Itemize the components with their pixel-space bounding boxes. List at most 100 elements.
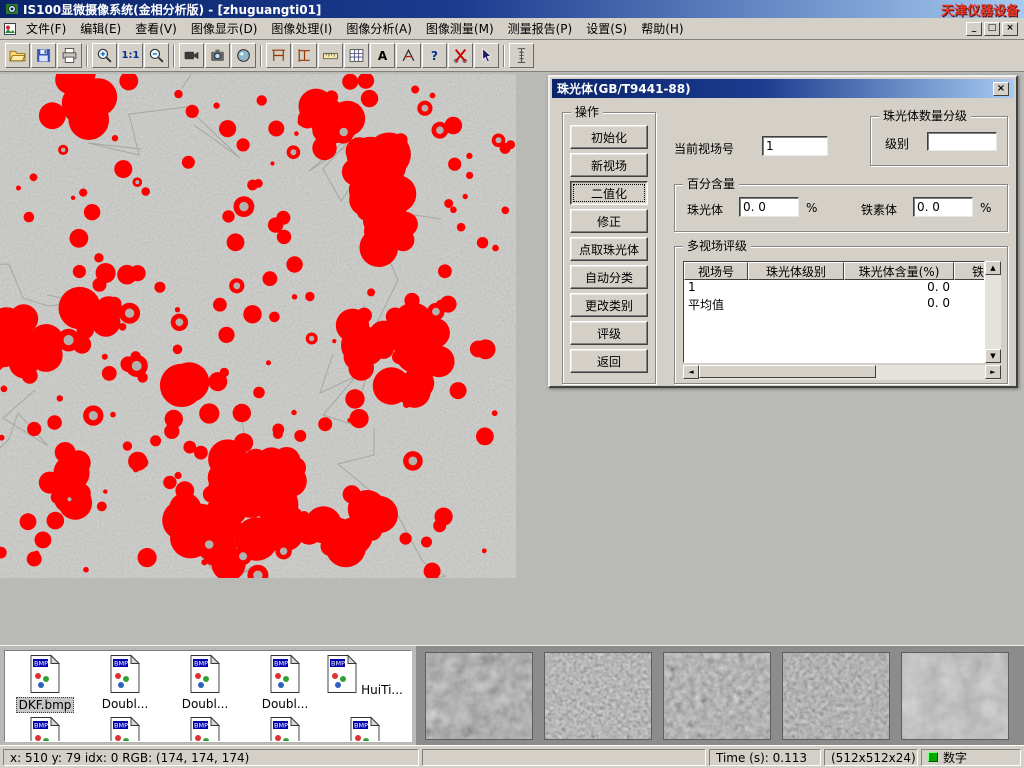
ruler-icon (513, 47, 530, 64)
menu-item[interactable]: 图像测量(M) (419, 17, 501, 40)
file-item[interactable]: BMPDKF.bmp (5, 651, 85, 713)
file-item[interactable]: BMPDoubl... (165, 651, 245, 713)
menu-item[interactable]: 设置(S) (579, 17, 634, 40)
table-cell (748, 296, 844, 312)
table-hscrollbar[interactable]: ◄ ► (683, 365, 1001, 380)
init-button[interactable]: 初始化 (570, 125, 648, 149)
rating-table[interactable]: 视场号珠光体级别珠光体含量(%)铁素 10. 0平均值0. 0 (683, 261, 985, 363)
menu-item[interactable]: 帮助(H) (634, 17, 690, 40)
file-item[interactable]: BMP (85, 713, 165, 742)
svg-text:BMP: BMP (354, 722, 368, 730)
video-button[interactable] (179, 43, 204, 68)
thumbnail[interactable] (425, 652, 533, 740)
print-icon (61, 47, 78, 64)
grade-input[interactable] (927, 132, 997, 151)
current-view-label: 当前视场号 (674, 140, 734, 157)
table-header-cell: 珠光体含量(%) (844, 262, 954, 280)
scale-button[interactable] (318, 43, 343, 68)
hscroll-track[interactable] (699, 365, 985, 380)
bmp-file-icon: BMP (325, 683, 359, 697)
menu-item[interactable]: 测量报告(P) (501, 17, 580, 40)
pick-pearlite-button[interactable]: 点取珠光体 (570, 237, 648, 261)
binarize-button[interactable]: 二值化 (570, 181, 648, 205)
vscroll-track[interactable] (985, 275, 1001, 349)
dialog-close-button[interactable]: × (993, 82, 1009, 96)
file-item[interactable]: BMPDoubl... (85, 651, 165, 713)
table-row[interactable]: 平均值0. 0 (684, 296, 985, 312)
svg-text:BMP: BMP (114, 660, 128, 668)
thumbnail[interactable] (782, 652, 890, 740)
file-browser: BMPDKF.bmpBMPDoubl...BMPDoubl...BMPDoubl… (4, 650, 412, 742)
scroll-right-button[interactable]: ► (985, 365, 1001, 379)
help-button[interactable]: ? (422, 43, 447, 68)
thumbnail[interactable] (901, 652, 1009, 740)
text-icon: A (378, 49, 387, 63)
lens-button[interactable] (231, 43, 256, 68)
menu-items: 文件(F)编辑(E)查看(V)图像显示(D)图像处理(I)图像分析(A)图像测量… (19, 17, 691, 40)
text-button[interactable]: A (370, 43, 395, 68)
caliper-v-icon (296, 47, 313, 64)
table-vscrollbar[interactable]: ▲ ▼ (985, 261, 1001, 363)
zoom-out-button[interactable] (144, 43, 169, 68)
auto-classify-button[interactable]: 自动分类 (570, 265, 648, 289)
print-button[interactable] (57, 43, 82, 68)
file-item[interactable]: BMP (245, 713, 325, 742)
caliper-v-button[interactable] (292, 43, 317, 68)
dialog-body: 操作 初始化新视场二值化修正点取珠光体自动分类更改类别评级返回 当前视场号 珠光… (550, 100, 1016, 388)
pearlite-dialog: 珠光体(GB/T9441-88) × 操作 初始化新视场二值化修正点取珠光体自动… (548, 75, 1018, 388)
table-cell: 平均值 (684, 296, 748, 312)
child-restore-button[interactable]: □ (984, 22, 1000, 36)
bottom-panel: BMPDKF.bmpBMPDoubl...BMPDoubl...BMPDoubl… (0, 645, 1024, 745)
app-icon (5, 2, 19, 16)
menu-item[interactable]: 图像处理(I) (264, 17, 339, 40)
scroll-left-button[interactable]: ◄ (683, 365, 699, 379)
svg-text:BMP: BMP (331, 660, 345, 668)
correct-button[interactable]: 修正 (570, 209, 648, 233)
child-close-button[interactable]: × (1002, 22, 1018, 36)
angle-button[interactable] (396, 43, 421, 68)
return-button[interactable]: 返回 (570, 349, 648, 373)
bmp-file-icon: BMP (108, 683, 142, 697)
rate-button[interactable]: 评级 (570, 321, 648, 345)
snapshot-button[interactable] (205, 43, 230, 68)
table-row[interactable]: 10. 0 (684, 280, 985, 296)
menu-item[interactable]: 图像显示(D) (184, 17, 265, 40)
toolbar-separator (503, 45, 505, 67)
file-item[interactable]: BMPHuiTi... (325, 651, 405, 713)
dialog-titlebar[interactable]: 珠光体(GB/T9441-88) × (552, 79, 1014, 98)
cut-button[interactable] (448, 43, 473, 68)
child-minimize-button[interactable]: _ (966, 22, 982, 36)
menu-item[interactable]: 编辑(E) (73, 17, 128, 40)
toolbar-separator (260, 45, 262, 67)
menu-item[interactable]: 查看(V) (128, 17, 184, 40)
child-window-icon (3, 22, 17, 36)
hscroll-thumb[interactable] (699, 365, 876, 378)
multi-view-group-label: 多视场评级 (683, 239, 751, 253)
caliper-h-button[interactable] (266, 43, 291, 68)
micrograph-image[interactable] (0, 74, 516, 578)
pointer-button[interactable] (474, 43, 499, 68)
scroll-up-button[interactable]: ▲ (985, 261, 1001, 275)
new-field-button[interactable]: 新视场 (570, 153, 648, 177)
actual-size-button[interactable]: 1:1 (118, 43, 143, 68)
open-button[interactable] (5, 43, 30, 68)
file-item[interactable]: BMPDoubl... (245, 651, 325, 713)
file-item[interactable]: BMP (165, 713, 245, 742)
scroll-down-button[interactable]: ▼ (985, 349, 1001, 363)
save-button[interactable] (31, 43, 56, 68)
zoom-in-button[interactable] (92, 43, 117, 68)
ferrite-input[interactable] (913, 197, 973, 217)
menu-item[interactable]: 文件(F) (19, 17, 73, 40)
grid-button[interactable] (344, 43, 369, 68)
thumbnail[interactable] (544, 652, 652, 740)
current-view-input[interactable] (762, 136, 828, 156)
child-window-controls: _ □ × (966, 22, 1021, 36)
file-item[interactable]: BMP (325, 713, 405, 742)
menu-item[interactable]: 图像分析(A) (339, 17, 419, 40)
pearlite-input[interactable] (739, 197, 799, 217)
file-item[interactable]: BMP (5, 713, 85, 742)
thumbnail[interactable] (663, 652, 771, 740)
ruler-button[interactable] (509, 43, 534, 68)
change-class-button[interactable]: 更改类别 (570, 293, 648, 317)
mode-indicator: 数字 (921, 749, 1021, 766)
